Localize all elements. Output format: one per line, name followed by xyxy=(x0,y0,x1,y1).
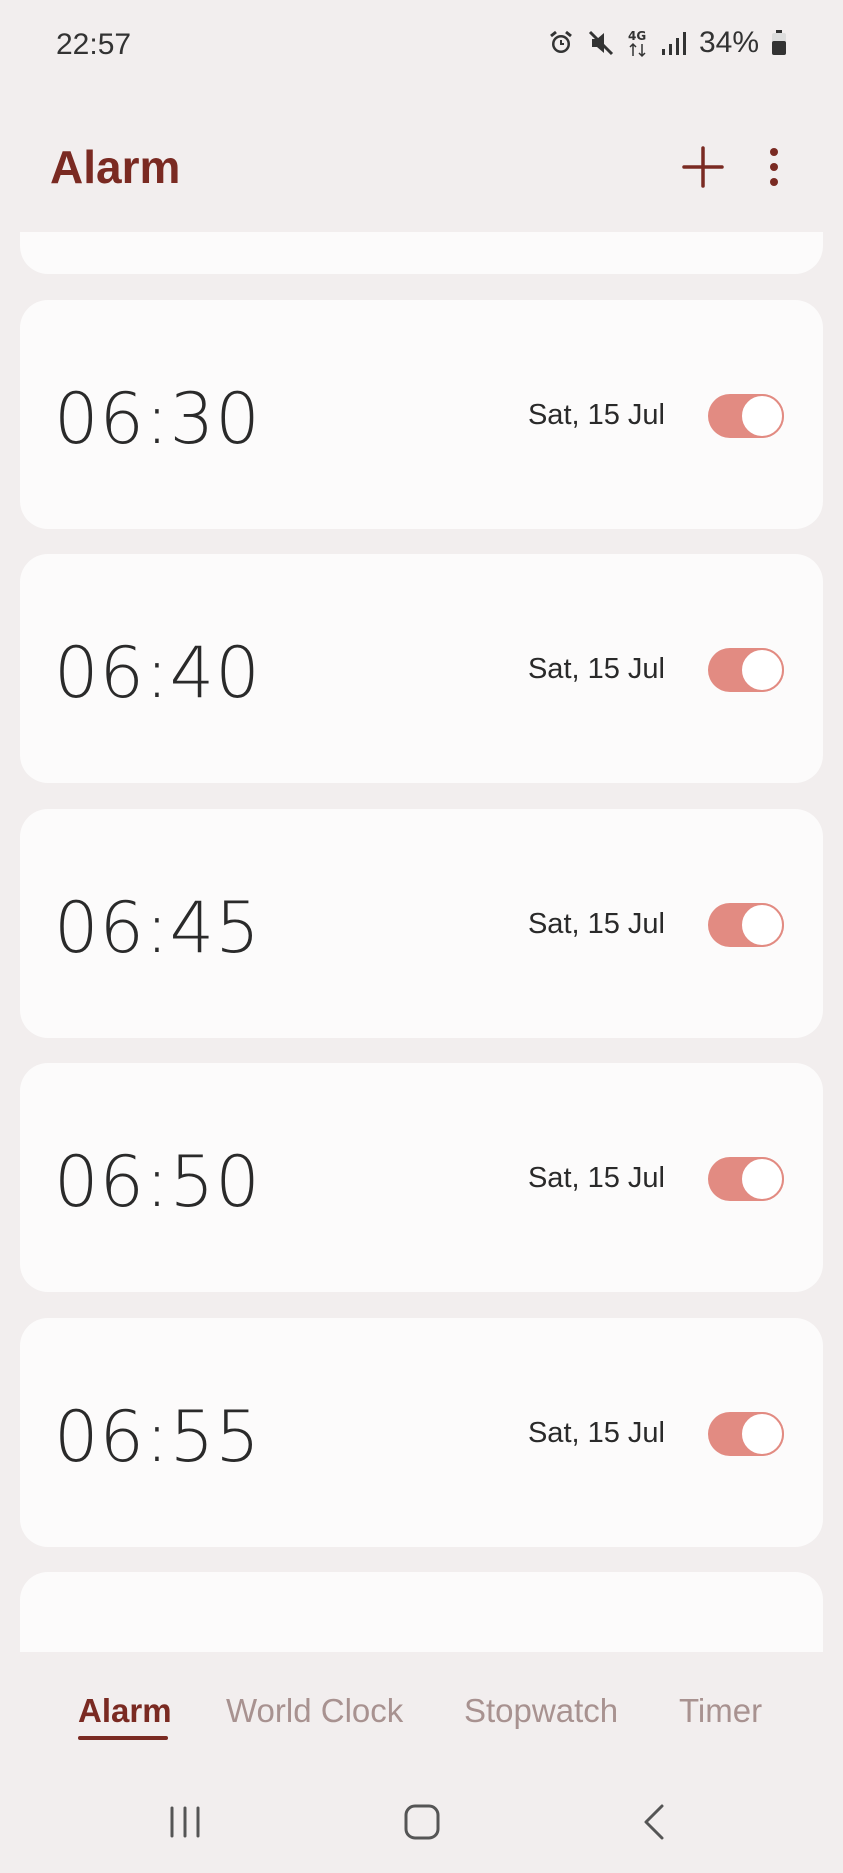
alarm-date: Sat, 15 Jul xyxy=(527,399,665,431)
mute-icon xyxy=(587,29,615,57)
app-header: Alarm xyxy=(0,120,843,220)
recents-icon xyxy=(170,1806,200,1838)
alarm-time: 06:55 xyxy=(54,1396,261,1478)
alarm-toggle[interactable] xyxy=(708,903,784,947)
alarm-card[interactable]: 06:40 Sat, 15 Jul xyxy=(20,554,823,783)
more-vert-icon xyxy=(770,148,778,186)
data-4g-icon: 4G xyxy=(627,28,649,58)
battery-icon xyxy=(771,29,787,57)
back-icon xyxy=(644,1804,664,1840)
alarm-card[interactable]: 06:45 Sat, 15 Jul xyxy=(20,809,823,1038)
system-nav-bar xyxy=(0,1780,843,1873)
toggle-knob xyxy=(740,1157,784,1201)
recents-button[interactable] xyxy=(168,1802,202,1847)
alarm-time: 06:30 xyxy=(54,378,261,460)
alarm-toggle[interactable] xyxy=(708,1157,784,1201)
toggle-knob xyxy=(740,394,784,438)
alarm-date: Sat, 15 Jul xyxy=(527,653,665,685)
tab-timer[interactable]: Timer xyxy=(679,1692,762,1730)
active-tab-indicator xyxy=(78,1736,168,1740)
home-button[interactable] xyxy=(402,1802,442,1847)
alarm-card[interactable]: 06:30 Sat, 15 Jul xyxy=(20,300,823,529)
alarm-date: Sat, 15 Jul xyxy=(527,1162,665,1194)
page-title: Alarm xyxy=(50,141,181,193)
alarm-date: Sat, 15 Jul xyxy=(527,1417,665,1449)
alarm-toggle[interactable] xyxy=(708,648,784,692)
network-type-label: 4G xyxy=(628,29,646,43)
add-alarm-button[interactable] xyxy=(680,144,726,190)
tab-world-clock[interactable]: World Clock xyxy=(226,1692,403,1730)
alarm-toggle[interactable] xyxy=(708,394,784,438)
alarm-time: 06:50 xyxy=(54,1141,261,1223)
alarm-toggle[interactable] xyxy=(708,1412,784,1456)
bottom-tab-bar: Alarm World Clock Stopwatch Timer xyxy=(0,1680,843,1760)
more-options-button[interactable] xyxy=(760,144,788,190)
toggle-knob xyxy=(740,1412,784,1456)
alarm-time: 06:45 xyxy=(54,887,261,969)
alarm-date: Sat, 15 Jul xyxy=(527,908,665,940)
alarm-card[interactable]: 06:55 Sat, 15 Jul xyxy=(20,1318,823,1547)
alarm-icon xyxy=(547,29,575,57)
toggle-knob xyxy=(740,903,784,947)
tab-stopwatch[interactable]: Stopwatch xyxy=(464,1692,618,1730)
back-button[interactable] xyxy=(640,1802,670,1847)
alarm-time: 06:40 xyxy=(54,632,261,714)
status-time: 22:57 xyxy=(56,28,132,61)
tab-alarm[interactable]: Alarm xyxy=(78,1692,172,1730)
signal-icon xyxy=(661,29,687,57)
add-icon xyxy=(682,146,724,188)
alarm-card-partial[interactable] xyxy=(20,1572,823,1652)
home-icon xyxy=(404,1804,440,1840)
alarm-list[interactable]: 06:30 Sat, 15 Jul 06:40 Sat, 15 Jul 06:4… xyxy=(20,232,823,1652)
status-icons: 4G 34% xyxy=(547,26,787,60)
alarm-card[interactable]: 06:50 Sat, 15 Jul xyxy=(20,1063,823,1292)
status-bar: 22:57 4G 34% xyxy=(0,0,843,96)
battery-percent: 34% xyxy=(698,26,759,59)
alarm-card-partial[interactable] xyxy=(20,232,823,274)
toggle-knob xyxy=(740,648,784,692)
